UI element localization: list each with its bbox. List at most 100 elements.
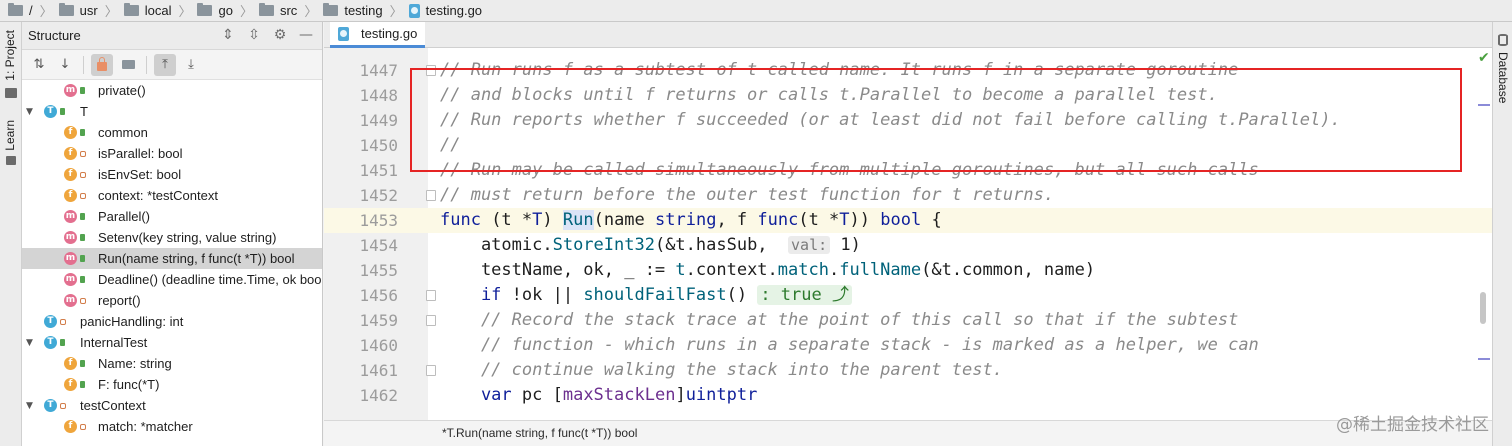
go-file-icon [408, 3, 420, 18]
marker-stripe[interactable] [1478, 104, 1490, 106]
project-tool-button[interactable]: 1: Project [3, 30, 17, 81]
structure-tree: m private() ▼ T T f common f isParallel:… [22, 80, 322, 437]
editor-breadcrumb-status: *T.Run(name string, f func(t *T)) bool [324, 420, 1492, 446]
public-visibility-icon [80, 129, 85, 136]
sort-alphabetically-icon[interactable]: ↓ [54, 54, 76, 76]
toolbar-separator [146, 55, 147, 74]
tree-item[interactable]: ▼ T testContext [22, 395, 322, 416]
gear-icon[interactable]: ⚙ [272, 27, 288, 43]
code-editor: testing.go 1447 // Run runs f as a subte… [324, 22, 1492, 446]
tree-item[interactable]: T panicHandling: int [22, 311, 322, 332]
tree-item[interactable]: m private() [22, 80, 322, 101]
method-icon: m [64, 210, 77, 223]
code-area[interactable]: 1447 // Run runs f as a subtest of t cal… [324, 48, 1492, 420]
breadcrumb-go[interactable]: go [197, 0, 233, 22]
tree-item[interactable]: f context: *testContext [22, 185, 322, 206]
marker-stripe[interactable] [1478, 358, 1490, 360]
chevron-right-icon: 〉 [304, 4, 318, 19]
tree-item[interactable]: m Deadline() (deadline time.Time, ok boo… [22, 269, 322, 290]
breadcrumb-usr[interactable]: usr [58, 0, 98, 22]
tree-item[interactable]: m Setenv(key string, value string) [22, 227, 322, 248]
scrollbar-thumb[interactable] [1480, 292, 1486, 324]
tree-item[interactable]: f match: *matcher [22, 416, 322, 437]
breadcrumb-src[interactable]: src [258, 0, 297, 22]
sort-by-visibility-icon[interactable]: ⇅ [28, 54, 50, 76]
folder-icon [323, 3, 339, 16]
go-file-icon [338, 26, 349, 41]
field-icon: f [64, 378, 77, 391]
chevron-down-icon[interactable]: ▼ [26, 401, 36, 411]
code-line: 1448 // and blocks until f returns or ca… [359, 85, 1218, 105]
folder-icon [5, 88, 17, 98]
code-line: 1451 // Run may be called simultaneously… [359, 160, 1259, 180]
fold-marker-icon[interactable] [426, 190, 436, 201]
type-icon: T [44, 399, 57, 412]
code-line: 1450 // [359, 135, 461, 155]
database-tool-button[interactable]: Database [1496, 52, 1510, 103]
field-icon: f [64, 357, 77, 370]
tab-testing-go[interactable]: testing.go [330, 22, 426, 48]
breadcrumb-testing[interactable]: testing [323, 0, 383, 22]
private-visibility-icon [80, 192, 86, 199]
autoscroll-from-source-icon[interactable]: ⤓ [180, 54, 202, 76]
breadcrumb-root[interactable]: / [8, 0, 33, 22]
tree-item-selected[interactable]: m Run(name string, f func(t *T)) bool [22, 248, 322, 269]
code-line: 1456 if !ok || shouldFailFast() : true ⤴ [324, 283, 1492, 308]
field-icon: f [64, 147, 77, 160]
code-line: 1461 // continue walking the stack into … [359, 360, 1003, 380]
inspection-ok-check-icon[interactable]: ✔ [1478, 50, 1490, 66]
structure-title: Structure [28, 28, 81, 43]
tree-item[interactable]: ▼ T T [22, 101, 322, 122]
breadcrumb-file[interactable]: testing.go [408, 0, 482, 22]
chevron-right-icon: 〉 [39, 4, 53, 19]
fold-marker-icon[interactable] [426, 65, 436, 76]
type-icon: T [44, 105, 57, 118]
private-visibility-icon [80, 423, 86, 430]
fold-marker-icon[interactable] [426, 315, 436, 326]
fold-marker-icon[interactable] [426, 365, 436, 376]
code-line: 1455 testName, ok, _ := t.context.match.… [359, 260, 1096, 280]
autoscroll-to-source-icon[interactable]: ⤒ [154, 53, 176, 76]
tree-item[interactable]: f Name: string [22, 353, 322, 374]
collapse-all-icon[interactable]: ⇳ [246, 27, 262, 43]
code-line: 1460 // function - which runs in a separ… [359, 335, 1259, 355]
folder-icon [197, 3, 213, 16]
learn-tool-button[interactable]: Learn [3, 120, 17, 151]
tree-item[interactable]: m report() [22, 290, 322, 311]
folder-icon [121, 60, 135, 69]
tree-item[interactable]: ▼ T InternalTest [22, 332, 322, 353]
tree-item[interactable]: m Parallel() [22, 206, 322, 227]
tree-item[interactable]: f isEnvSet: bool [22, 164, 322, 185]
parameter-hint: val: [788, 236, 831, 254]
private-visibility-icon [80, 297, 86, 304]
field-icon: f [64, 126, 77, 139]
field-icon: f [64, 189, 77, 202]
toolbar-separator [83, 55, 84, 74]
public-visibility-icon [80, 213, 85, 220]
structure-toolbar: ⇅ ↓ ⤒ ⤓ [22, 50, 322, 80]
folder-icon [258, 3, 274, 16]
tree-item[interactable]: f F: func(*T) [22, 374, 322, 395]
public-visibility-icon [80, 381, 85, 388]
public-visibility-icon [80, 360, 85, 367]
folded-condition-hint[interactable]: : true ⤴ [757, 285, 852, 305]
tree-item[interactable]: f isParallel: bool [22, 143, 322, 164]
private-visibility-icon [60, 318, 66, 325]
field-icon: f [64, 420, 77, 433]
expand-all-icon[interactable]: ⇕ [220, 27, 236, 43]
public-visibility-icon [80, 276, 85, 283]
chevron-down-icon[interactable]: ▼ [26, 107, 36, 117]
code-line: 1452 // must return before the outer tes… [359, 185, 1055, 205]
chevron-right-icon: 〉 [104, 4, 118, 19]
tree-item[interactable]: f common [22, 122, 322, 143]
minimize-icon[interactable]: — [298, 27, 314, 43]
private-visibility-icon [80, 150, 86, 157]
chevron-down-icon[interactable]: ▼ [26, 338, 36, 348]
show-fields-folder-icon[interactable] [117, 54, 139, 76]
show-private-lock-icon[interactable] [91, 53, 113, 76]
breadcrumb-local[interactable]: local [123, 0, 171, 22]
public-visibility-icon [60, 108, 65, 115]
public-visibility-icon [60, 339, 65, 346]
type-icon: T [44, 336, 57, 349]
fold-expand-icon[interactable] [426, 290, 436, 301]
